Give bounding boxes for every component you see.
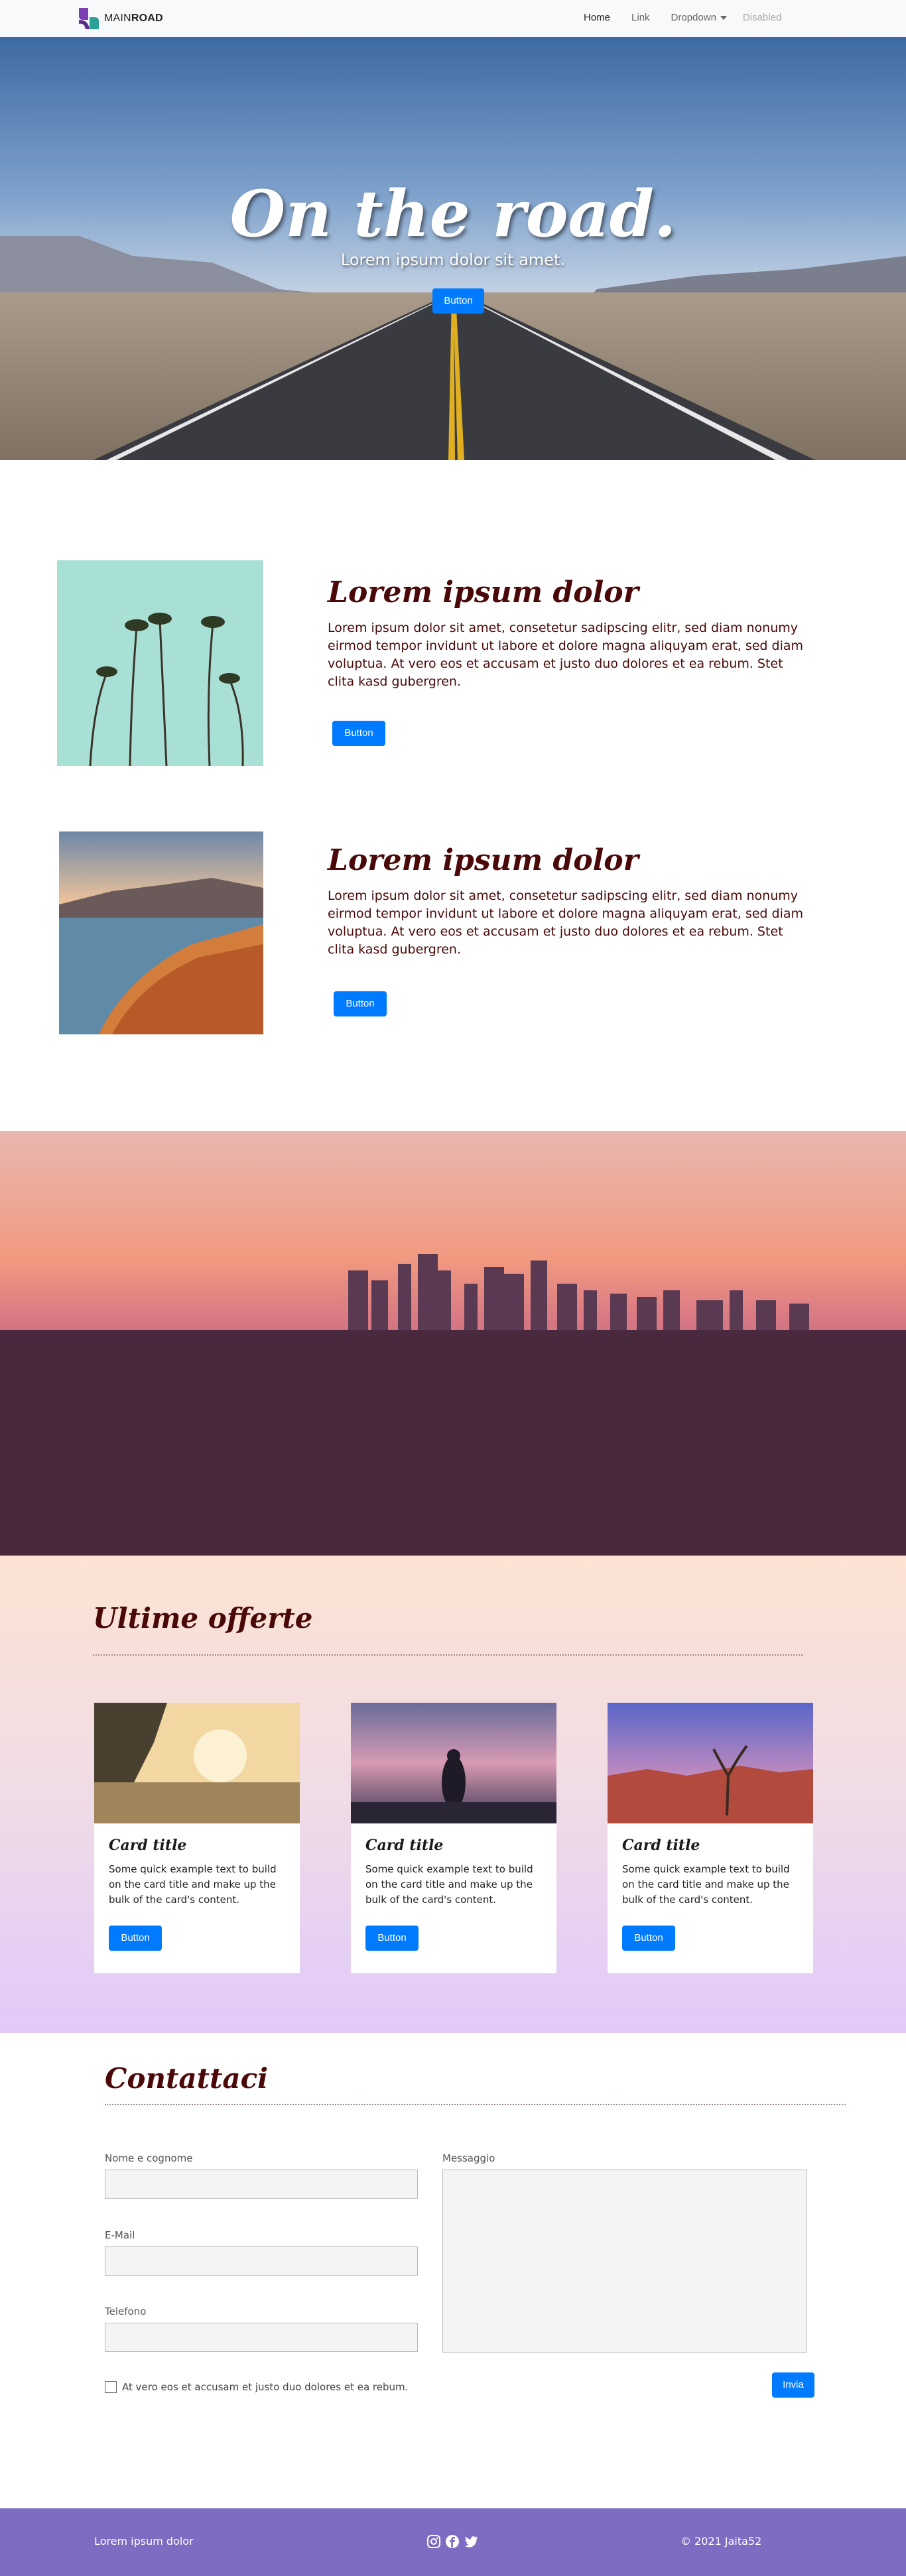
offers-section: Ultime offerte Card title Some quick exa… (0, 1556, 906, 2033)
nav-link-disabled: Disabled (742, 12, 782, 23)
feature-text-2: Lorem ipsum dolor sit amet, consetetur s… (328, 889, 804, 957)
consent-label: At vero eos et accusam et justo duo dolo… (122, 2381, 409, 2393)
card-text-3: Some quick example text to build on the … (622, 1863, 790, 1906)
email-label: E-Mail (105, 2229, 135, 2241)
name-label: Nome e cognome (105, 2152, 193, 2164)
card-title-2: Card title (365, 1837, 444, 1854)
hero-subtitle: Lorem ipsum dolor sit amet. (340, 251, 566, 269)
card-text-1: Some quick example text to build on the … (109, 1863, 277, 1906)
footer-social-icons (426, 2534, 479, 2549)
nav-dropdown[interactable]: Dropdown (671, 12, 727, 23)
card-title-3: Card title (622, 1837, 700, 1854)
brand-logo-link[interactable]: MAINROAD (76, 7, 163, 31)
brand-text-light: MAIN (104, 13, 131, 24)
offers-divider (93, 1654, 803, 1656)
hero-title: On the road. (229, 176, 677, 251)
card-image-sunset-surfers (94, 1703, 300, 1823)
facebook-icon[interactable] (444, 2534, 460, 2549)
feature-title-2: Lorem ipsum dolor (328, 843, 639, 877)
name-input[interactable] (105, 2170, 418, 2199)
feature-image-beach-sunset (59, 831, 263, 1034)
nav-link-link[interactable]: Link (631, 12, 650, 23)
nav-dropdown-label: Dropdown (671, 12, 716, 23)
offer-card-3: Card title Some quick example text to bu… (608, 1703, 813, 1973)
nav-link-home[interactable]: Home (584, 12, 610, 23)
contact-title: Contattaci (105, 2062, 269, 2095)
instagram-icon[interactable] (426, 2534, 442, 2549)
offers-title: Ultime offerte (93, 1602, 313, 1634)
contact-divider (105, 2104, 846, 2105)
card-image-desert-tree (608, 1703, 813, 1823)
navbar: MAINROAD Home Link Dropdown Disabled (0, 0, 906, 37)
card-text-2: Some quick example text to build on the … (365, 1863, 533, 1906)
card-title-1: Card title (109, 1837, 187, 1854)
offer-card-1: Card title Some quick example text to bu… (94, 1703, 300, 1973)
card-button-1[interactable]: Button (109, 1926, 162, 1951)
phone-input[interactable] (105, 2323, 418, 2352)
submit-button[interactable]: Invia (772, 2372, 814, 2398)
email-input[interactable] (105, 2246, 418, 2276)
offer-card-2: Card title Some quick example text to bu… (351, 1703, 556, 1973)
feature-button-2[interactable]: Button (334, 991, 387, 1016)
card-button-3[interactable]: Button (622, 1926, 675, 1951)
chevron-down-icon (720, 16, 727, 21)
brand-logo-icon (76, 7, 101, 31)
hero-section: On the road. Lorem ipsum dolor sit amet.… (0, 37, 906, 460)
message-label: Messaggio (442, 2152, 495, 2164)
hero-button[interactable]: Button (432, 288, 484, 314)
brand-text-bold: ROAD (131, 13, 163, 24)
footer-copyright: © 2021 Jaita52 (680, 2535, 762, 2547)
consent-checkbox[interactable] (105, 2381, 117, 2393)
message-textarea[interactable] (442, 2170, 807, 2353)
feature-button-1[interactable]: Button (332, 721, 385, 746)
phone-label: Telefono (105, 2305, 147, 2317)
feature-title-1: Lorem ipsum dolor (328, 576, 639, 609)
card-button-2[interactable]: Button (365, 1926, 419, 1951)
footer-text: Lorem ipsum dolor (94, 2535, 194, 2547)
city-skyline-image (0, 1131, 906, 1556)
feature-text-1: Lorem ipsum dolor sit amet, consetetur s… (328, 621, 804, 689)
twitter-icon[interactable] (463, 2534, 479, 2549)
footer: Lorem ipsum dolor © 2021 Jaita52 (0, 2508, 906, 2576)
feature-image-palm-trees (57, 560, 263, 766)
nav-links: Home Link Dropdown Disabled (584, 12, 781, 23)
card-image-silhouette-dusk (351, 1703, 556, 1823)
